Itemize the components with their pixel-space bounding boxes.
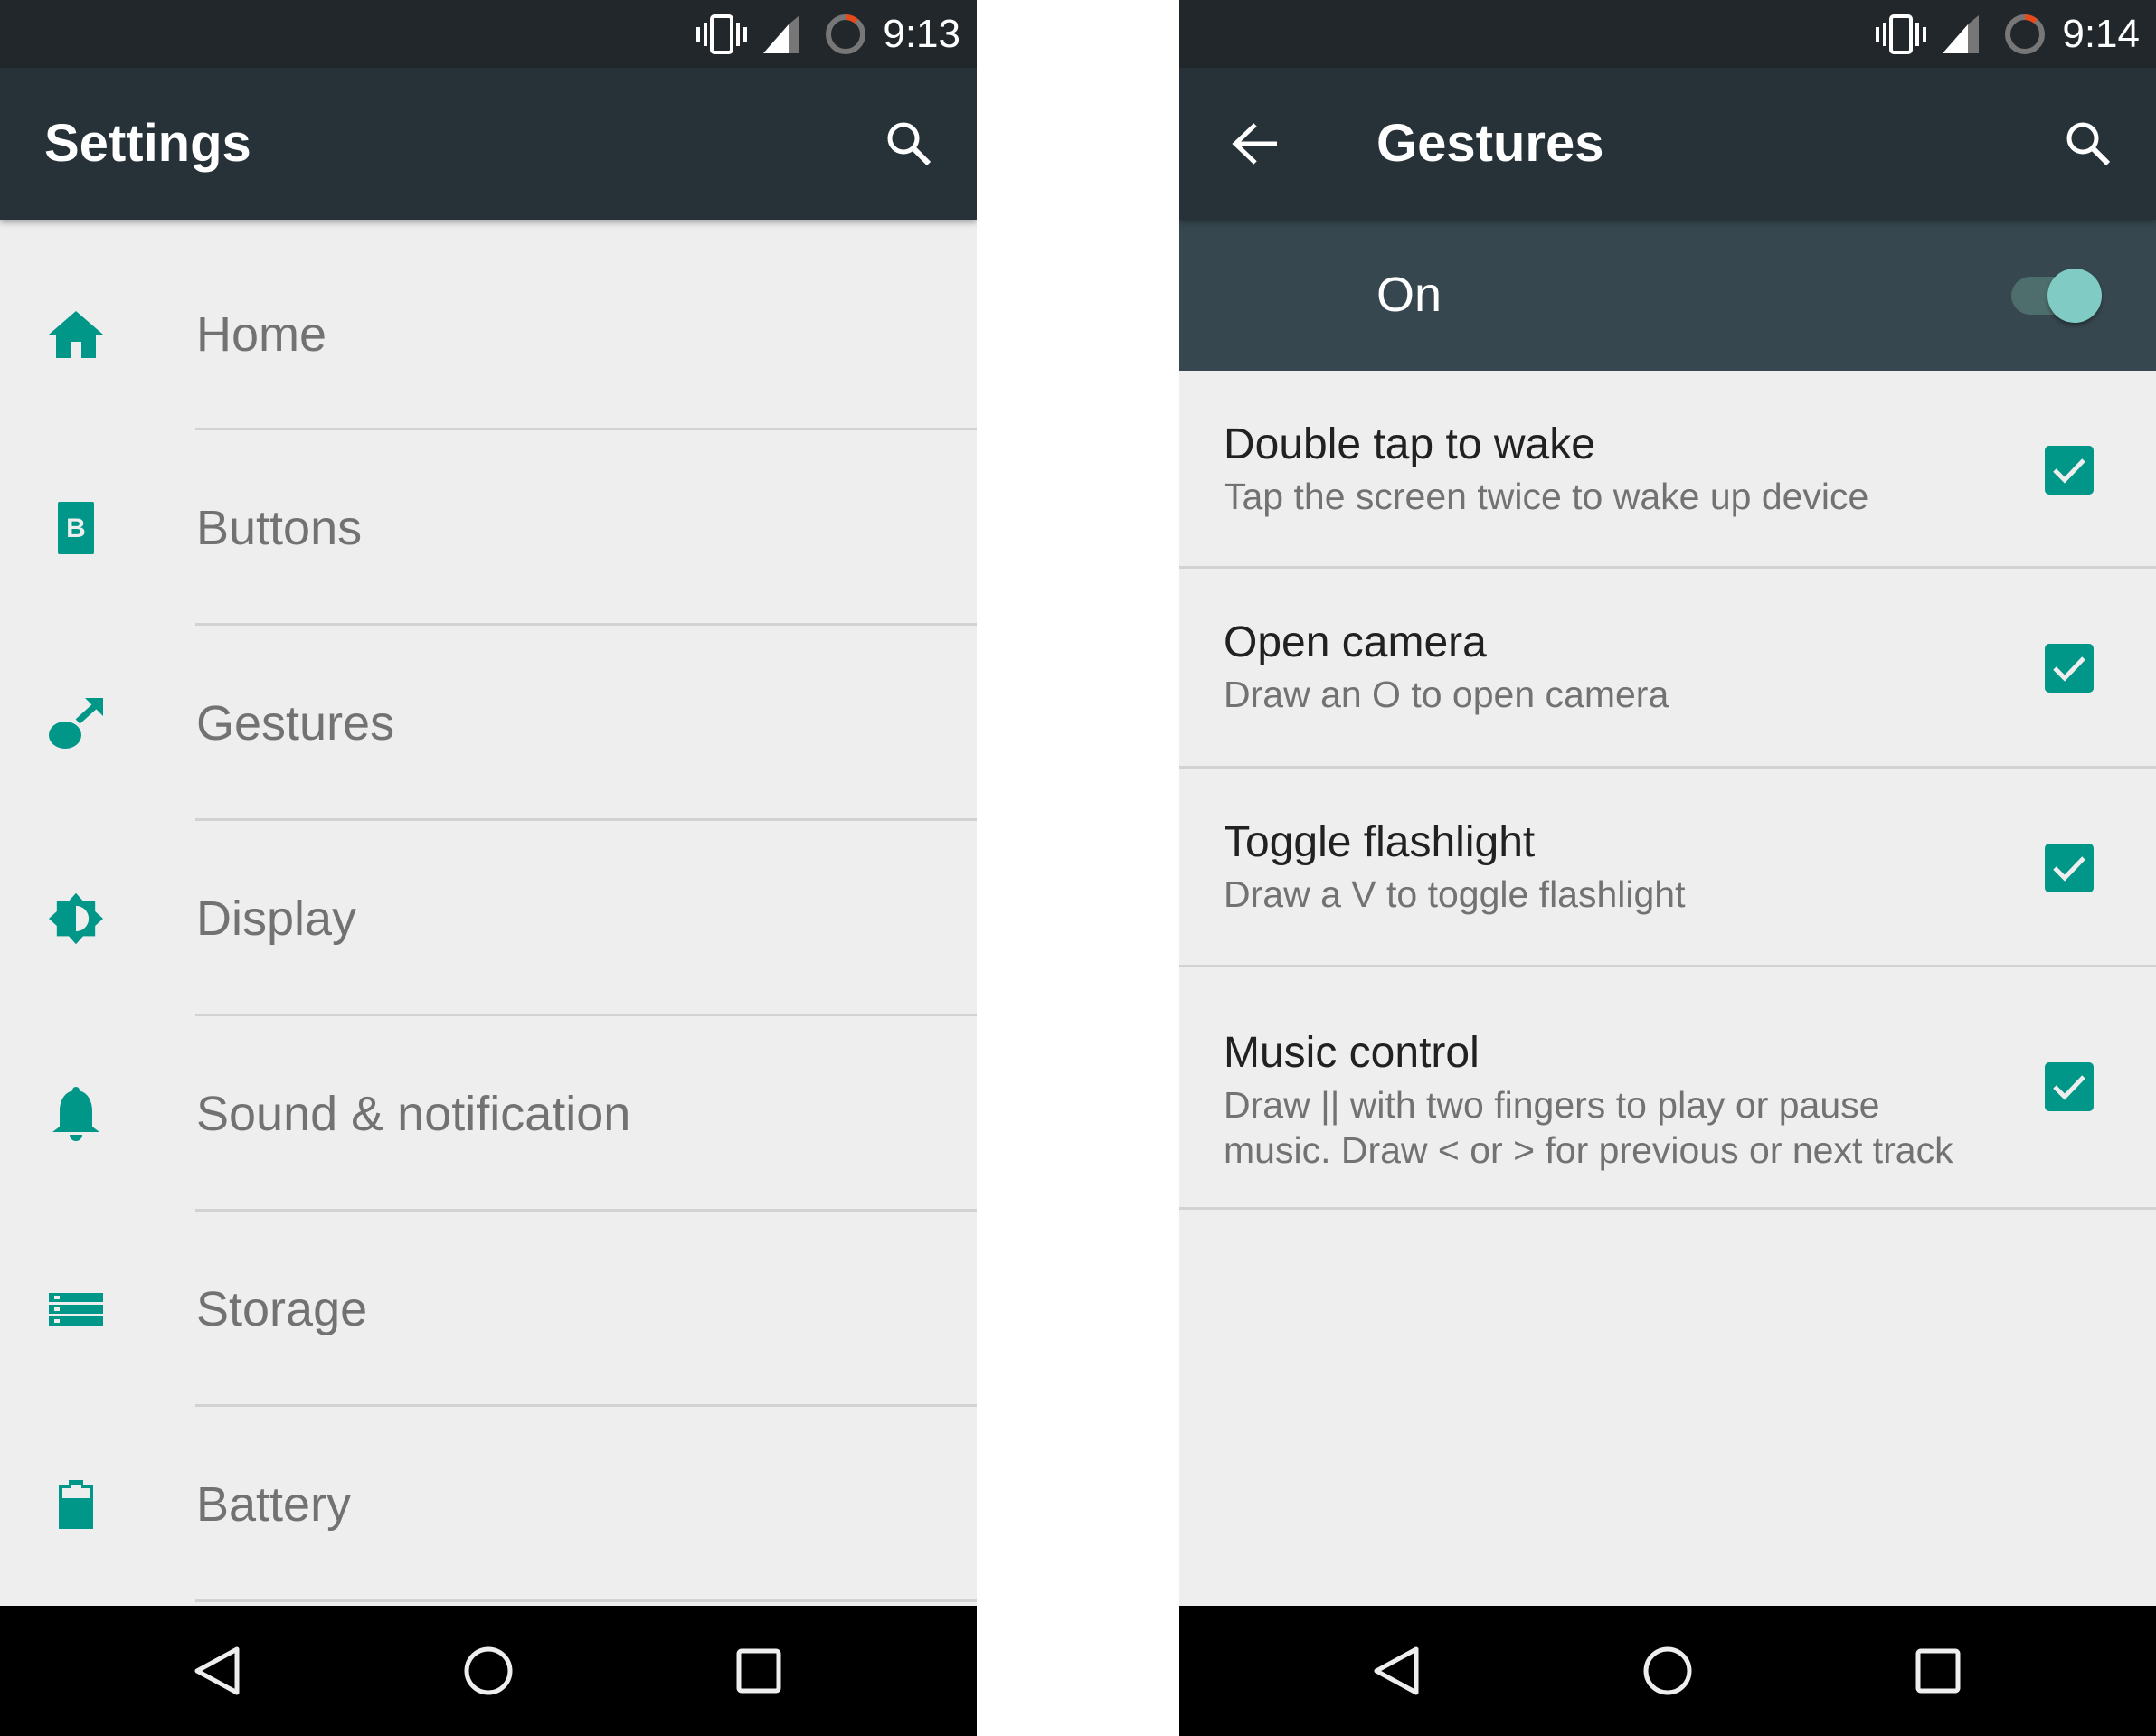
music-control-checkbox[interactable] — [2045, 1062, 2094, 1111]
settings-item-label: Buttons — [196, 501, 363, 555]
master-toggle-switch[interactable] — [2011, 261, 2102, 329]
search-icon — [2066, 122, 2111, 166]
home-circle-icon — [1643, 1646, 1692, 1695]
bell-icon — [49, 1087, 103, 1141]
back-button[interactable] — [1219, 108, 1291, 180]
nav-recents-button[interactable] — [1902, 1635, 1974, 1707]
gesture-title: Double tap to wake — [1224, 420, 1595, 468]
settings-item-home[interactable]: Home — [0, 220, 977, 430]
back-triangle-icon — [194, 1646, 240, 1695]
switch-thumb[interactable] — [2047, 269, 2102, 323]
master-switch-bar: On — [1179, 220, 2156, 371]
checkmark-icon — [2053, 856, 2085, 882]
gesture-text: Toggle flashlight Draw a V to toggle fla… — [1224, 816, 1975, 917]
gesture-subtitle: Tap the screen twice to wake up device — [1224, 476, 1869, 517]
battery-ring-icon — [826, 14, 866, 54]
status-time: 9:13 — [883, 11, 960, 56]
settings-item-label: Sound & notification — [196, 1087, 631, 1141]
nav-home-button[interactable] — [1631, 1635, 1704, 1707]
gesture-title: Music control — [1224, 1029, 1480, 1077]
master-switch-label: On — [1376, 268, 1442, 322]
gesture-title: Toggle flashlight — [1224, 818, 1536, 866]
page-title: Gestures — [1376, 114, 1604, 173]
nav-home-button[interactable] — [452, 1635, 525, 1707]
gesture-item-open-camera[interactable]: Open camera Draw an O to open camera — [1179, 569, 2156, 769]
settings-item-label: Home — [196, 307, 327, 362]
battery-ring-icon — [2005, 14, 2046, 54]
gesture-item-toggle-flashlight[interactable]: Toggle flashlight Draw a V to toggle fla… — [1179, 769, 2156, 967]
settings-item-battery[interactable]: Battery — [0, 1407, 977, 1602]
divider — [195, 1599, 977, 1602]
brightness-icon — [49, 892, 103, 946]
status-bar: 9:13 — [0, 0, 977, 68]
gesture-item-music-control[interactable]: Music control Draw || with two fingers t… — [1179, 967, 2156, 1210]
double-tap-checkbox[interactable] — [2045, 446, 2094, 495]
checkmark-icon — [2053, 656, 2085, 682]
vibrate-icon — [696, 14, 748, 54]
battery-icon — [49, 1477, 103, 1532]
recents-square-icon — [1915, 1648, 1961, 1694]
back-triangle-icon — [1374, 1646, 1419, 1695]
settings-item-label: Gestures — [196, 696, 395, 750]
home-icon — [49, 307, 103, 362]
gesture-list: Double tap to wake Tap the screen twice … — [1179, 371, 2156, 1210]
nav-back-button[interactable] — [1360, 1635, 1433, 1707]
search-icon — [887, 122, 931, 166]
toolbar: Gestures — [1179, 68, 2156, 220]
settings-item-label: Display — [196, 892, 357, 946]
settings-item-label: Battery — [196, 1477, 352, 1532]
search-button[interactable] — [2052, 108, 2124, 180]
nav-back-button[interactable] — [181, 1635, 253, 1707]
settings-screen: 9:13 Settings Home B Buttons Gestures Di… — [0, 0, 977, 1736]
gesture-item-double-tap[interactable]: Double tap to wake Tap the screen twice … — [1179, 371, 2156, 569]
toggle-flashlight-checkbox[interactable] — [2045, 844, 2094, 892]
toolbar: Settings — [0, 68, 977, 220]
gesture-icon — [49, 696, 103, 750]
arrow-back-icon — [1232, 123, 1277, 165]
settings-item-buttons[interactable]: B Buttons — [0, 430, 977, 626]
status-icons: 9:14 — [1876, 0, 2140, 68]
buttons-b-icon: B — [49, 501, 103, 555]
settings-item-display[interactable]: Display — [0, 821, 977, 1016]
status-time: 9:14 — [2062, 11, 2140, 56]
cell-signal-icon — [763, 14, 800, 53]
gestures-screen: 9:14 Gestures On Double tap to wake Tap … — [1179, 0, 2156, 1736]
settings-item-sound[interactable]: Sound & notification — [0, 1016, 977, 1212]
gesture-subtitle: Draw a V to toggle flashlight — [1224, 873, 1686, 915]
storage-icon — [49, 1282, 103, 1336]
gesture-text: Double tap to wake Tap the screen twice … — [1224, 418, 1975, 519]
settings-item-gestures[interactable]: Gestures — [0, 626, 977, 821]
recents-square-icon — [736, 1648, 781, 1694]
gesture-subtitle: Draw || with two fingers to play or paus… — [1224, 1084, 1953, 1171]
navigation-bar — [0, 1606, 977, 1736]
settings-item-label: Storage — [196, 1282, 368, 1336]
navigation-bar — [1179, 1606, 2156, 1736]
nav-recents-button[interactable] — [723, 1635, 795, 1707]
gesture-text: Music control Draw || with two fingers t… — [1224, 1026, 1975, 1173]
gesture-title: Open camera — [1224, 618, 1487, 666]
checkmark-icon — [2053, 1075, 2085, 1100]
gesture-subtitle: Draw an O to open camera — [1224, 674, 1669, 715]
svg-text:B: B — [66, 514, 86, 543]
open-camera-checkbox[interactable] — [2045, 644, 2094, 693]
settings-item-storage[interactable]: Storage — [0, 1212, 977, 1407]
settings-list: Home B Buttons Gestures Display Sound & … — [0, 220, 977, 1602]
cell-signal-icon — [1943, 14, 1980, 53]
home-circle-icon — [464, 1646, 513, 1695]
search-button[interactable] — [873, 108, 945, 180]
gesture-text: Open camera Draw an O to open camera — [1224, 616, 1975, 717]
checkmark-icon — [2053, 458, 2085, 484]
status-icons: 9:13 — [696, 0, 960, 68]
page-title: Settings — [44, 114, 251, 173]
vibrate-icon — [1876, 14, 1927, 54]
status-bar: 9:14 — [1179, 0, 2156, 68]
